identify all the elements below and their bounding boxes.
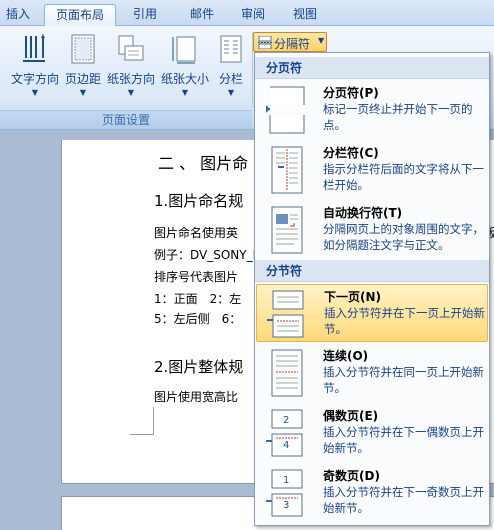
text-direction-button[interactable]: 文字方向 ▼ xyxy=(8,30,62,106)
menu-item-title: 分页符(P) xyxy=(323,86,379,100)
menu-item-odd-page[interactable]: 1 3 奇数页(D) 插入分节符并在下一奇数页上开始新节。 xyxy=(256,464,488,522)
doc-line: 5：左后侧 6： xyxy=(154,312,242,326)
svg-text:2: 2 xyxy=(283,415,289,426)
menu-item-column-break[interactable]: 分栏符(C) 指示分栏符后面的文字将从下一栏开始。 xyxy=(256,141,488,199)
chevron-down-icon: ▼ xyxy=(318,36,325,45)
even-page-section-icon: 2 4 xyxy=(266,409,303,457)
menu-item-desc: 分隔网页上的对象周围的文字，如分隔题注文字与正文。 xyxy=(323,222,484,252)
page-breaks-header: 分页符 xyxy=(255,57,489,79)
tab-view[interactable]: 视图 xyxy=(282,4,328,26)
breaks-menu: 分页符 分页符(P) 标记一页终止并开始下一页的点。 分栏符(C) 指示分栏符后… xyxy=(254,52,490,526)
chevron-down-icon: ▼ xyxy=(227,88,235,97)
doc-heading-3a: 1.图片命名规 xyxy=(154,192,244,210)
tab-mailings[interactable]: 邮件 xyxy=(176,4,228,26)
menu-item-desc: 指示分栏符后面的文字将从下一栏开始。 xyxy=(323,162,484,192)
section-breaks-header: 分节符 xyxy=(255,260,489,282)
menu-item-title: 连续(O) xyxy=(323,349,369,363)
orientation-label: 纸张方向 xyxy=(106,72,155,86)
doc-line: 图片使用宽高比 xyxy=(154,390,239,404)
svg-text:4: 4 xyxy=(283,440,289,451)
breaks-label: 分隔符 xyxy=(274,37,311,51)
breaks-button[interactable]: 分隔符 ▼ xyxy=(253,32,327,52)
doc-line: 1：正面 2：左 xyxy=(154,292,242,306)
size-button[interactable]: 纸张大小 ▼ xyxy=(158,30,212,106)
tab-insert[interactable]: 插入 xyxy=(0,4,36,26)
size-icon xyxy=(172,36,196,64)
orientation-icon xyxy=(118,35,144,61)
doc-line: 排序号代表图片 xyxy=(154,270,239,284)
menu-item-desc: 插入分节符并在同一页上开始新节。 xyxy=(323,365,484,395)
odd-page-section-icon: 1 3 xyxy=(266,469,303,517)
doc-line: 例子：DV_SONY_I xyxy=(154,248,257,262)
orientation-button[interactable]: 纸张方向 ▼ xyxy=(104,30,158,106)
menu-item-title: 下一页(N) xyxy=(324,290,382,304)
next-page-section-icon xyxy=(267,290,304,338)
ribbon-tab-bar: 插入 页面布局 引用 邮件 审阅 视图 xyxy=(0,0,494,27)
page-break-icon xyxy=(266,86,305,134)
chevron-down-icon: ▼ xyxy=(31,88,39,97)
columns-label: 分栏 xyxy=(218,72,243,86)
breaks-icon xyxy=(258,36,272,49)
svg-text:3: 3 xyxy=(283,500,289,511)
menu-item-title: 分栏符(C) xyxy=(323,146,379,160)
margins-button[interactable]: 页边距 ▼ xyxy=(62,30,104,106)
text-direction-label: 文字方向 xyxy=(10,72,59,86)
menu-item-next-page[interactable]: 下一页(N) 插入分节符并在下一页上开始新节。 xyxy=(256,284,488,342)
menu-item-even-page[interactable]: 2 4 偶数页(E) 插入分节符并在下一偶数页上开始新节。 xyxy=(256,404,488,462)
doc-line: 图片命名使用英 xyxy=(154,226,239,240)
menu-item-desc: 插入分节符并在下一偶数页上开始新节。 xyxy=(323,425,484,455)
crop-mark xyxy=(130,407,154,435)
chevron-down-icon: ▼ xyxy=(181,88,189,97)
menu-item-continuous[interactable]: 连续(O) 插入分节符并在同一页上开始新节。 xyxy=(256,344,488,402)
menu-item-title: 自动换行符(T) xyxy=(323,206,403,220)
text-direction-icon xyxy=(23,34,45,62)
menu-item-desc: 插入分节符并在下一奇数页上开始新节。 xyxy=(323,485,484,515)
menu-item-desc: 插入分节符并在下一页上开始新节。 xyxy=(324,306,485,336)
text-wrapping-break-icon xyxy=(271,206,303,254)
menu-item-title: 奇数页(D) xyxy=(323,469,380,483)
tab-page-layout[interactable]: 页面布局 xyxy=(44,4,116,27)
margins-label: 页边距 xyxy=(64,72,101,86)
margins-icon xyxy=(71,34,95,64)
doc-heading-2: 二 、 图片命 xyxy=(158,154,249,173)
column-break-icon xyxy=(271,146,303,194)
tab-references[interactable]: 引用 xyxy=(120,4,170,26)
continuous-section-icon xyxy=(271,349,303,397)
tab-review[interactable]: 审阅 xyxy=(230,4,276,26)
doc-heading-3b: 2.图片整体规 xyxy=(154,358,244,376)
chevron-down-icon: ▼ xyxy=(79,88,87,97)
chevron-down-icon: ▼ xyxy=(127,88,135,97)
svg-text:1: 1 xyxy=(283,475,289,486)
menu-item-desc: 标记一页终止并开始下一页的点。 xyxy=(323,102,473,132)
menu-item-text-wrapping-break[interactable]: 自动换行符(T) 分隔网页上的对象周围的文字，如分隔题注文字与正文。 xyxy=(256,201,488,259)
columns-icon xyxy=(220,35,242,63)
columns-button[interactable]: 分栏 ▼ xyxy=(212,30,250,106)
menu-item-title: 偶数页(E) xyxy=(323,409,379,423)
size-label: 纸张大小 xyxy=(160,72,209,86)
page-setup-group-label: 页面设置 xyxy=(0,110,252,129)
menu-item-page-break[interactable]: 分页符(P) 标记一页终止并开始下一页的点。 xyxy=(256,81,488,139)
